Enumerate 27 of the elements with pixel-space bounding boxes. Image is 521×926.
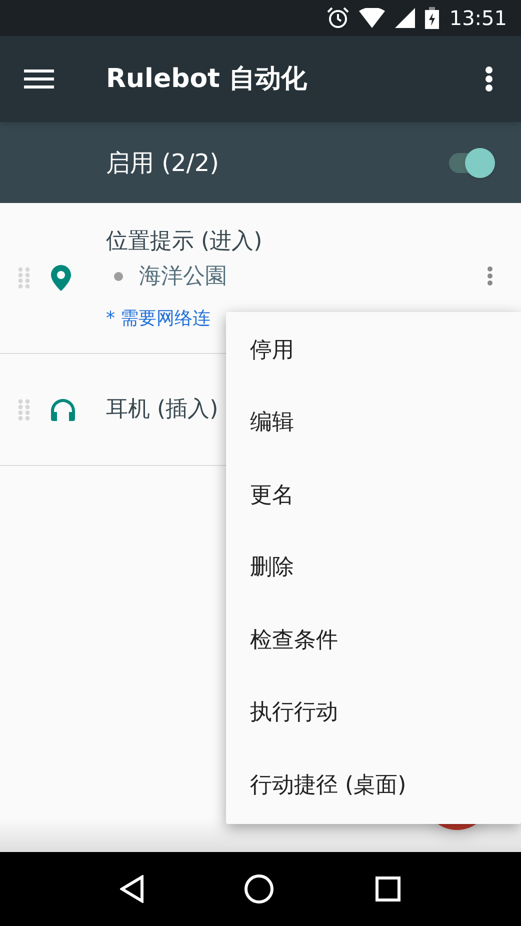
battery-icon [425,7,440,29]
menu-item[interactable]: 更名 [226,459,521,532]
rule-title: 位置提示 (进入) [106,228,262,256]
recents-icon[interactable] [374,876,401,902]
alarm-icon [327,7,350,29]
back-icon[interactable] [120,875,144,903]
menu-item[interactable]: 执行行动 [226,676,521,749]
headphones-icon [51,398,75,420]
toolbar-title: Rulebot 自动化 [106,62,308,96]
rule-title: 耳机 (插入) [106,396,218,424]
menu-item[interactable]: 行动捷径 (桌面) [226,749,521,822]
rule-detail: 海洋公園 [139,262,227,290]
more-vertical-icon [485,66,493,92]
signal-icon [395,8,416,28]
network-note: * 需要网络连 [106,306,211,330]
home-icon[interactable] [244,874,274,904]
map-pin-icon [51,265,71,291]
menu-item[interactable]: 检查条件 [226,604,521,676]
wifi-icon [359,8,386,28]
menu-icon [24,69,54,89]
drag-handle-icon[interactable] [18,267,30,289]
drag-handle-icon[interactable] [18,398,30,420]
clock: 13:51 [449,5,507,32]
menu-item[interactable]: 删除 [226,532,521,604]
menu-item[interactable]: 编辑 [226,386,521,459]
more-vertical-icon[interactable] [487,266,493,286]
section-label: 启用 (2/2) [106,148,220,178]
